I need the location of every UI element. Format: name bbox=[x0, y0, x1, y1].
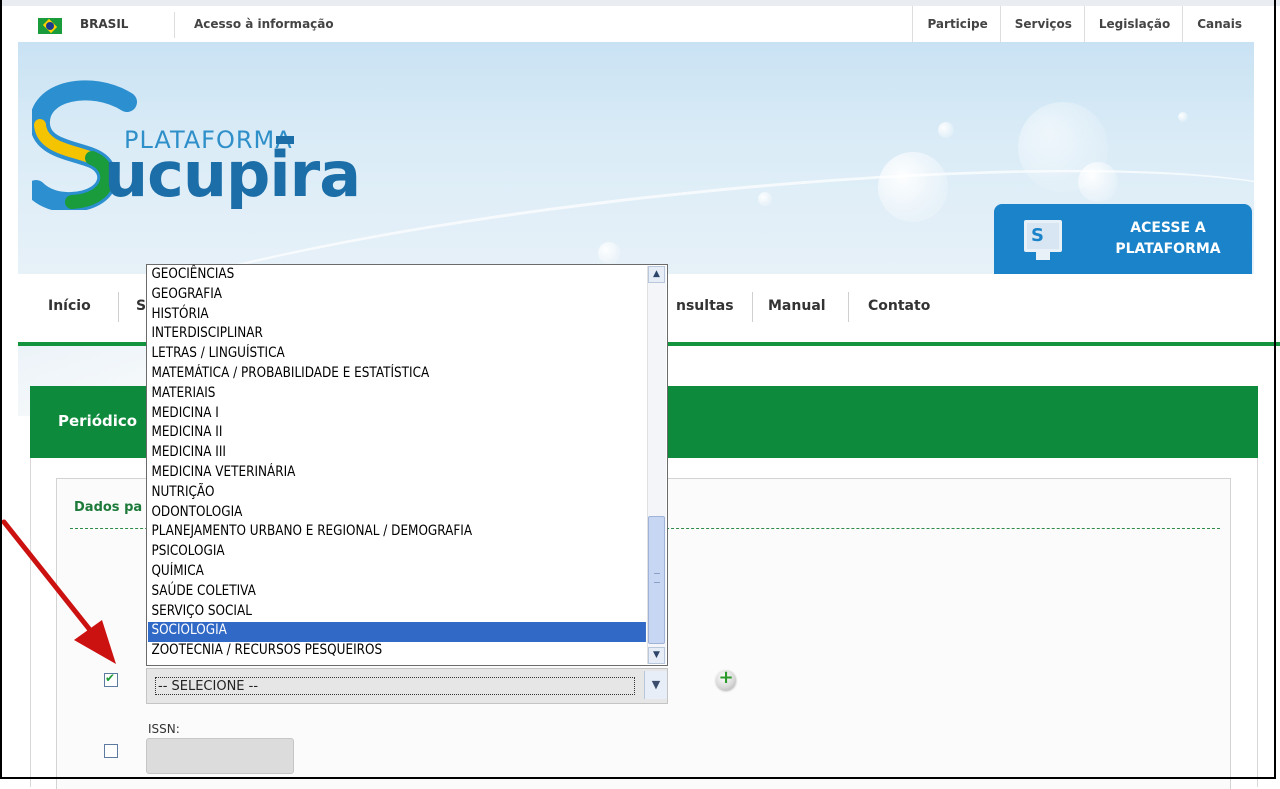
issn-checkbox[interactable] bbox=[104, 744, 118, 758]
add-button[interactable]: + bbox=[716, 667, 736, 690]
acesso-informacao-link[interactable]: Acesso à informação bbox=[194, 17, 334, 31]
nav-separator bbox=[118, 292, 119, 322]
banner-bubble bbox=[1178, 112, 1188, 122]
dropdown-option[interactable]: GEOCIÊNCIAS bbox=[148, 266, 646, 286]
dropdown-option[interactable]: ODONTOLOGIA bbox=[148, 504, 646, 524]
issn-label: ISSN: bbox=[148, 722, 180, 736]
dropdown-option[interactable]: SAÚDE COLETIVA bbox=[148, 583, 646, 603]
dropdown-option[interactable]: HISTÓRIA bbox=[148, 306, 646, 326]
dropdown-option[interactable]: ZOOTECNIA / RECURSOS PESQUEIROS bbox=[148, 642, 646, 662]
dropdown-options: GEOCIÊNCIAS GEOGRAFIA HISTÓRIA INTERDISCIPL… bbox=[148, 266, 646, 662]
nav-contato[interactable]: Contato bbox=[868, 298, 930, 314]
gov-link-canais[interactable]: Canais bbox=[1182, 6, 1254, 42]
dropdown-option[interactable]: INTERDISCIPLINAR bbox=[148, 325, 646, 345]
dropdown-option[interactable]: SERVIÇO SOCIAL bbox=[148, 603, 646, 623]
gov-separator bbox=[174, 12, 175, 38]
dropdown-option[interactable]: LETRAS / LINGUÍSTICA bbox=[148, 345, 646, 365]
gov-bar-row: BRASIL Acesso à informação Participe Ser… bbox=[18, 6, 1254, 43]
monitor-stand bbox=[1036, 252, 1050, 260]
acesse-line1: ACESSE A bbox=[1130, 220, 1206, 236]
dropdown-option[interactable]: MEDICINA II bbox=[148, 424, 646, 444]
area-dropdown-list[interactable]: GEOCIÊNCIAS GEOGRAFIA HISTÓRIA INTERDISCIPL… bbox=[146, 264, 668, 666]
dropdown-option[interactable]: MATEMÁTICA / PROBABILIDADE E ESTATÍSTICA bbox=[148, 365, 646, 385]
area-select[interactable]: -- SELECIONE -- ▼ bbox=[146, 668, 668, 704]
panel-title: Periódico bbox=[58, 412, 138, 430]
banner-bubble bbox=[938, 122, 954, 138]
dropdown-option[interactable]: SOCIOLOGIA bbox=[148, 622, 646, 643]
dropdown-option[interactable]: PLANEJAMENTO URBANO E REGIONAL / DEMOGRA… bbox=[148, 523, 646, 543]
gov-link-servicos[interactable]: Serviços bbox=[999, 6, 1084, 42]
scroll-up-icon[interactable]: ▲ bbox=[648, 266, 665, 283]
dropdown-option[interactable]: MEDICINA III bbox=[148, 444, 646, 464]
dropdown-option[interactable]: MEDICINA I bbox=[148, 405, 646, 425]
nav-item-s[interactable]: S bbox=[136, 298, 146, 314]
dropdown-option[interactable]: GEOGRAFIA bbox=[148, 286, 646, 306]
header-banner: PLATAFORMA ucupira S ACESSE A PLATAFORMA bbox=[18, 42, 1254, 274]
nav-separator bbox=[752, 292, 753, 322]
acesse-plataforma-button[interactable]: S ACESSE A PLATAFORMA bbox=[994, 204, 1252, 274]
area-select-value: -- SELECIONE -- bbox=[155, 677, 635, 695]
dropdown-option[interactable]: MATERIAIS bbox=[148, 385, 646, 405]
scroll-thumb[interactable] bbox=[648, 516, 665, 644]
dropdown-option[interactable]: QUÍMICA bbox=[148, 563, 646, 583]
monitor-icon: S bbox=[1024, 220, 1062, 252]
monitor-letter: S bbox=[1031, 225, 1044, 246]
nav-separator bbox=[848, 292, 849, 322]
brazil-flag-icon[interactable] bbox=[38, 18, 62, 34]
dropdown-option[interactable]: MEDICINA VETERINÁRIA bbox=[148, 464, 646, 484]
plus-circle-icon: + bbox=[718, 667, 734, 688]
logo-sucupira-text: ucupira bbox=[104, 138, 361, 211]
nav-manual[interactable]: Manual bbox=[768, 298, 826, 314]
dropdown-scrollbar[interactable]: ▲ ▼ bbox=[647, 266, 666, 664]
dropdown-option[interactable]: NUTRIÇÃO bbox=[148, 484, 646, 504]
acesse-text: ACESSE A PLATAFORMA bbox=[1098, 218, 1238, 260]
gov-link-participe[interactable]: Participe bbox=[912, 6, 999, 42]
chevron-down-icon[interactable]: ▼ bbox=[644, 671, 667, 699]
nav-inicio[interactable]: Início bbox=[48, 298, 91, 314]
dados-section-title: Dados pa bbox=[74, 500, 143, 515]
gov-brasil-link[interactable]: BRASIL bbox=[80, 17, 128, 31]
dropdown-option[interactable]: PSICOLOGIA bbox=[148, 543, 646, 563]
nav-consultas[interactable]: nsultas bbox=[676, 298, 734, 314]
gov-link-legislacao[interactable]: Legislação bbox=[1083, 6, 1182, 42]
gov-links: Participe Serviços Legislação Canais bbox=[912, 6, 1254, 42]
area-checkbox[interactable] bbox=[104, 671, 118, 687]
issn-input[interactable] bbox=[146, 738, 294, 774]
scroll-down-icon[interactable]: ▼ bbox=[648, 647, 665, 664]
acesse-line2: PLATAFORMA bbox=[1115, 241, 1221, 257]
